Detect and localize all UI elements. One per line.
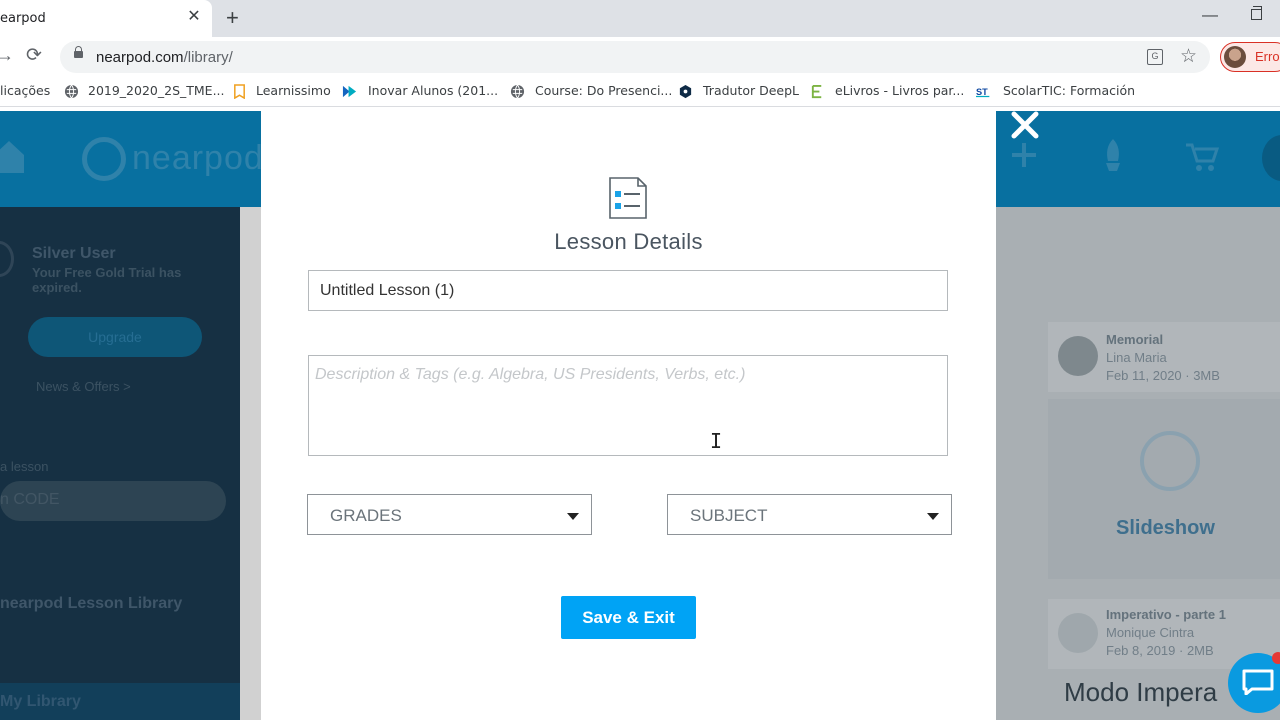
bookmark-item[interactable]: licações	[0, 83, 50, 98]
notification-dot	[1272, 652, 1280, 664]
profile-error-label: Erro	[1255, 49, 1280, 64]
modal-title: Lesson Details	[554, 229, 703, 254]
description-tags-input[interactable]	[308, 355, 948, 456]
bookmark-item[interactable]: Learnissimo	[256, 83, 331, 98]
lesson-title-input[interactable]	[308, 270, 948, 311]
subject-select[interactable]: SUBJECT	[667, 494, 952, 535]
avatar	[1224, 46, 1246, 68]
bookmark-item[interactable]: Course: Do Presenci...	[535, 83, 672, 98]
globe-icon	[510, 84, 525, 99]
bookmark-item[interactable]: Inovar Alunos (201...	[368, 83, 498, 98]
tab-strip: earpod ✕ + —	[0, 0, 1280, 37]
forward-icon[interactable]: →	[0, 45, 14, 66]
profile-button[interactable]: Erro	[1220, 42, 1280, 72]
deepl-icon	[679, 84, 692, 99]
grades-label: GRADES	[330, 506, 402, 525]
learnissimo-icon	[234, 84, 245, 99]
bookmark-item[interactable]: Tradutor DeepL	[703, 83, 799, 98]
save-exit-button[interactable]: Save & Exit	[561, 596, 696, 639]
new-tab-icon[interactable]: +	[226, 7, 239, 29]
restore-icon[interactable]	[1251, 6, 1262, 20]
inovar-icon	[342, 85, 357, 98]
checklist-document-icon	[609, 177, 647, 219]
bookmark-star-icon[interactable]: ☆	[1180, 45, 1197, 68]
bookmark-item[interactable]: ScolarTIC: Formación	[1003, 83, 1135, 98]
globe-icon	[64, 84, 79, 99]
chevron-down-icon	[567, 513, 579, 520]
chevron-down-icon	[927, 513, 939, 520]
text-cursor-icon: I	[710, 429, 723, 453]
tab-title: earpod	[0, 11, 46, 26]
chat-button[interactable]	[1228, 653, 1280, 713]
subject-label: SUBJECT	[690, 506, 768, 525]
lesson-details-modal: Lesson Details GRADES SUBJECT Save & Exi…	[261, 111, 996, 720]
active-tab[interactable]: earpod ✕	[0, 0, 212, 37]
bookmark-item[interactable]: eLivros - Livros par...	[835, 83, 964, 98]
translate-icon[interactable]: G	[1147, 49, 1163, 65]
close-icon[interactable]	[1008, 108, 1042, 142]
browser-toolbar: → ⟳ nearpod.com/library/ G ☆	[0, 37, 1280, 77]
minimize-icon[interactable]: —	[1202, 7, 1218, 25]
elivros-icon	[811, 84, 822, 99]
bookmarks-bar: licações 2019_2020_2S_TME... Learnissimo…	[0, 77, 1280, 107]
url-text[interactable]: nearpod.com/library/	[96, 49, 233, 66]
chat-icon	[1242, 669, 1274, 695]
lock-icon[interactable]	[74, 46, 83, 58]
tab-close-icon[interactable]: ✕	[186, 9, 202, 25]
address-bar[interactable]: nearpod.com/library/ G ☆	[60, 41, 1210, 73]
grades-select[interactable]: GRADES	[307, 494, 592, 535]
svg-text:ST: ST	[976, 87, 988, 97]
reload-icon[interactable]: ⟳	[26, 44, 42, 67]
scolartic-icon: ST	[976, 87, 990, 98]
bookmark-item[interactable]: 2019_2020_2S_TME...	[88, 83, 225, 98]
